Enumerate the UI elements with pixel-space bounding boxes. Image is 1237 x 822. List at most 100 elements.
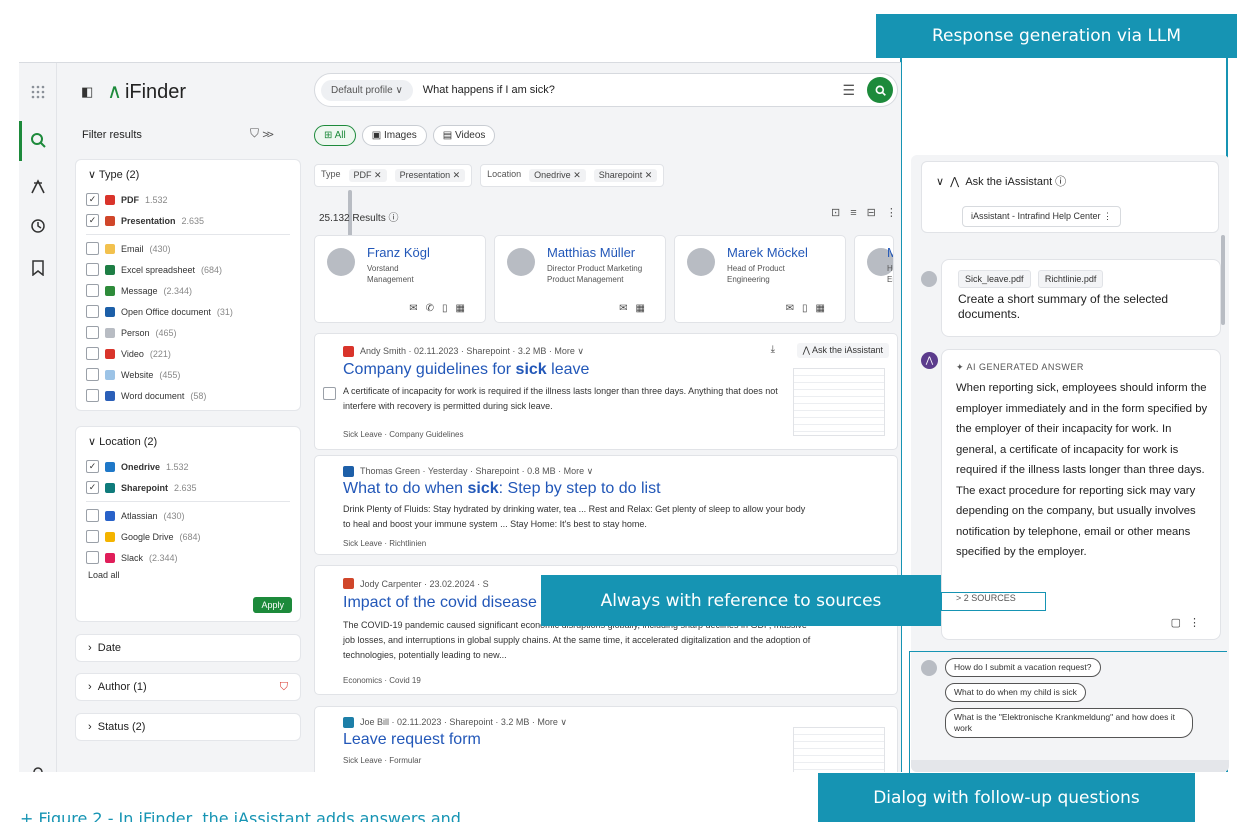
doc-chip[interactable]: Richtlinie.pdf <box>1037 270 1104 288</box>
copy-more-icons[interactable]: ▢⋮ <box>1171 616 1208 629</box>
bookmark-icon[interactable] <box>25 255 51 281</box>
filter-option[interactable]: Message (2.344) <box>76 280 300 301</box>
assistant-icon[interactable] <box>25 173 51 199</box>
filter-option[interactable]: Google Drive (684) <box>76 526 300 547</box>
doc-chip[interactable]: Sick_leave.pdf <box>958 270 1031 288</box>
followup-question[interactable]: How do I submit a vacation request? <box>945 658 1101 677</box>
contact-icons[interactable]: ✉▦ <box>619 303 653 314</box>
ask-assistant-button[interactable]: ⋀ Ask the iAssistant <box>796 343 889 358</box>
tab-all[interactable]: ⊞ All <box>314 125 356 146</box>
person-card[interactable]: Franz Kögl Vorstand Management ✉✆▯▦ <box>314 235 486 323</box>
chip-sharepoint[interactable]: Sharepoint ✕ <box>593 169 658 182</box>
filter-option[interactable]: Person (465) <box>76 322 300 343</box>
assistant-title[interactable]: ∨ ⋀ Ask the iAssistant ⓘ <box>936 173 1066 189</box>
filter-option[interactable]: ✓ Presentation 2.635 <box>76 210 300 231</box>
tab-images[interactable]: ▣ Images <box>361 125 427 146</box>
followup-question[interactable]: What to do when my child is sick <box>945 683 1086 702</box>
collapse-sidebar-icon[interactable]: ◧ <box>81 84 93 100</box>
person-name[interactable]: Matthias Müller <box>547 245 635 260</box>
checkbox[interactable] <box>86 242 99 255</box>
contact-icons[interactable]: ✉✆▯▦ <box>409 303 473 314</box>
clear-filter-icon[interactable]: ⛉ <box>280 681 288 694</box>
result-thumbnail[interactable] <box>793 727 885 772</box>
filter-label: Onedrive <box>121 461 161 472</box>
active-indicator <box>19 121 22 161</box>
checkbox[interactable] <box>86 347 99 360</box>
chip-presentation[interactable]: Presentation ✕ <box>394 169 466 182</box>
checkbox[interactable]: ✓ <box>86 481 99 494</box>
result-title[interactable]: What to do when sick: Step by step to do… <box>343 480 661 498</box>
filter-option[interactable]: ✓ PDF 1.532 <box>76 189 300 210</box>
type-filter-header[interactable]: ∨ Type (2) <box>76 160 300 189</box>
person-name[interactable]: Franz Kögl <box>367 245 430 260</box>
filter-count: (684) <box>179 531 201 542</box>
checkbox[interactable] <box>86 509 99 522</box>
checkbox[interactable]: ✓ <box>86 193 99 206</box>
download-icon[interactable]: ⤓ <box>771 344 775 355</box>
filter-option[interactable]: Open Office document (31) <box>76 301 300 322</box>
checkbox[interactable] <box>86 305 99 318</box>
filter-option[interactable]: Email (430) <box>76 238 300 259</box>
filter-option[interactable]: Website (455) <box>76 364 300 385</box>
filter-option[interactable]: ✓ Sharepoint 2.635 <box>76 477 300 498</box>
filter-count: (684) <box>201 264 223 275</box>
person-name[interactable]: Marek Möckel <box>727 245 808 260</box>
checkbox[interactable] <box>86 530 99 543</box>
scrollbar[interactable] <box>1221 235 1225 325</box>
author-filter-header[interactable]: › Author (1) ⛉ <box>75 673 301 701</box>
filter-option[interactable]: Word document (58) <box>76 385 300 406</box>
filter-option[interactable]: Video (221) <box>76 343 300 364</box>
file-type-icon <box>105 243 115 254</box>
file-type-icon <box>105 327 115 338</box>
location-filter-header[interactable]: ∨ Location (2) <box>76 427 300 456</box>
load-all-link[interactable]: Load all <box>76 570 300 580</box>
filter-count: 2.635 <box>181 215 205 226</box>
help-center-chip[interactable]: iAssistant - Intrafind Help Center ⋮ <box>962 206 1122 227</box>
history-icon[interactable] <box>25 213 51 239</box>
checkbox[interactable]: ✓ <box>86 460 99 473</box>
result-title[interactable]: Company guidelines for sick leave <box>343 361 589 379</box>
filter-option[interactable]: Atlassian (430) <box>76 505 300 526</box>
tab-videos[interactable]: ▤ Videos <box>432 125 496 146</box>
input-area[interactable] <box>911 760 1229 772</box>
followup-question[interactable]: What is the "Elektronische Krankmeldung"… <box>945 708 1193 738</box>
person-card[interactable]: M HeEn <box>854 235 894 323</box>
chip-pdf[interactable]: PDF ✕ <box>348 169 387 182</box>
filter-option[interactable]: ✓ Onedrive 1.532 <box>76 456 300 477</box>
search-bar[interactable]: Default profile ∨ What happens if I am s… <box>314 73 898 107</box>
filter-option[interactable]: Slack (2.344) <box>76 547 300 568</box>
profile-select[interactable]: Default profile ∨ <box>321 79 413 101</box>
result-view-icons[interactable]: ⊡≡⊟⋮ <box>831 206 901 219</box>
person-card[interactable]: Matthias Müller Director Product Marketi… <box>494 235 666 323</box>
result-title[interactable]: Leave request form <box>343 731 481 749</box>
person-card[interactable]: Marek Möckel Head of Product Engineering … <box>674 235 846 323</box>
filter-icon[interactable]: ☰ <box>842 82 855 99</box>
result-meta: Joe Bill · 02.11.2023 · Sharepoint · 3.2… <box>343 717 567 728</box>
checkbox[interactable] <box>86 551 99 564</box>
filter-settings-icon[interactable]: ⛉ ≫ <box>250 126 274 141</box>
user-icon[interactable] <box>25 759 51 772</box>
result-checkbox[interactable] <box>323 387 336 400</box>
file-type-icon <box>105 194 115 205</box>
apps-grid-icon[interactable] <box>25 79 51 105</box>
search-submit-icon[interactable] <box>867 77 893 103</box>
checkbox[interactable]: ✓ <box>86 214 99 227</box>
filter-option[interactable]: Excel spreadsheet (684) <box>76 259 300 280</box>
checkbox[interactable] <box>86 389 99 402</box>
date-filter-header[interactable]: › Date <box>75 634 301 662</box>
checkbox[interactable] <box>86 263 99 276</box>
search-input[interactable]: What happens if I am sick? <box>423 84 843 96</box>
contact-icons[interactable]: ✉▯▦ <box>786 303 833 314</box>
checkbox[interactable] <box>86 326 99 339</box>
checkbox[interactable] <box>86 368 99 381</box>
search-icon[interactable] <box>25 127 51 153</box>
result-thumbnail[interactable] <box>793 368 885 436</box>
person-name[interactable]: M <box>887 245 893 260</box>
checkbox[interactable] <box>86 284 99 297</box>
result-title[interactable]: Impact of the covid disease <box>343 594 537 612</box>
filter-count: (221) <box>149 348 171 359</box>
status-filter-header[interactable]: › Status (2) <box>75 713 301 741</box>
file-type-icon <box>105 510 115 521</box>
apply-button[interactable]: Apply <box>253 597 292 613</box>
chip-onedrive[interactable]: Onedrive ✕ <box>529 169 586 182</box>
